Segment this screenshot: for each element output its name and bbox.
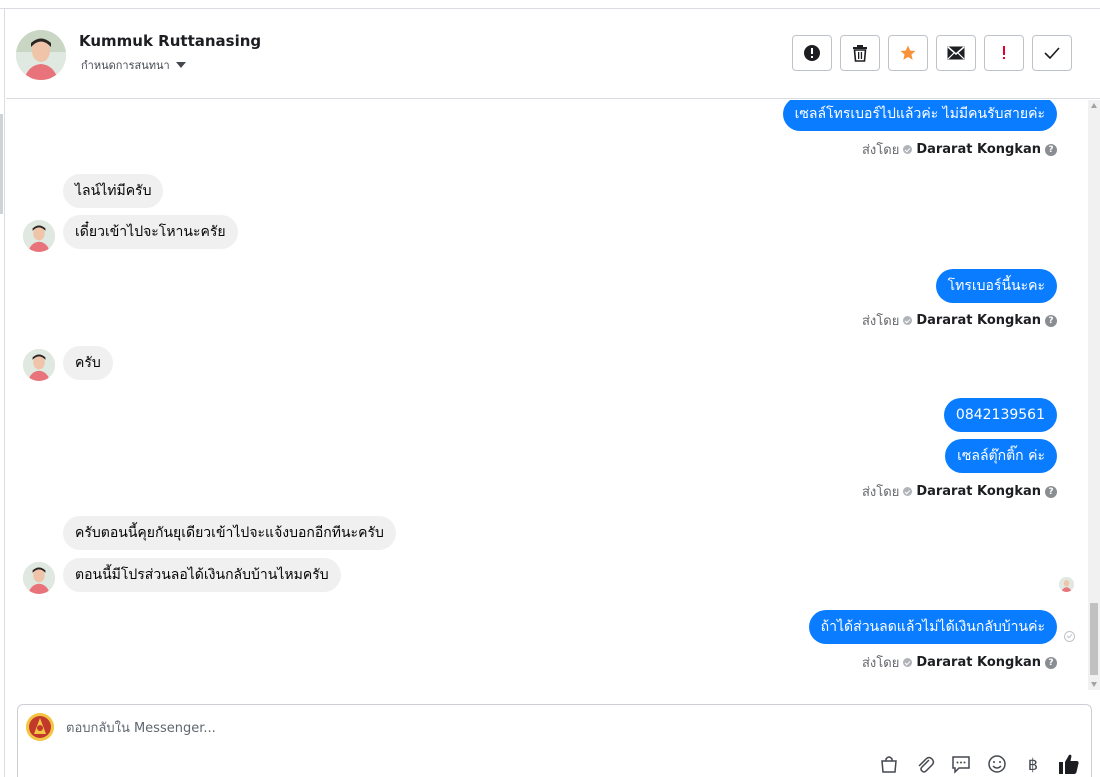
scroll-up-icon[interactable] bbox=[1091, 103, 1097, 108]
check-circle-icon bbox=[903, 316, 913, 325]
mark-unread-button[interactable] bbox=[936, 35, 976, 71]
sent-by-label: ส่งโดย bbox=[861, 143, 900, 158]
delete-button[interactable] bbox=[840, 35, 880, 71]
sent-by-label: ส่งโดย bbox=[861, 656, 900, 671]
conversation-schedule-label: กำหนดการสนทนา bbox=[81, 59, 170, 72]
reply-input[interactable] bbox=[66, 717, 966, 739]
composer-tools: ฿ bbox=[876, 751, 1082, 777]
exclamation-circle-icon bbox=[804, 45, 820, 61]
sent-by-label: ส่งโดย bbox=[861, 485, 900, 500]
contact-avatar-small bbox=[23, 220, 55, 252]
contact-photo bbox=[23, 562, 55, 594]
check-icon bbox=[1044, 47, 1060, 59]
outgoing-message[interactable]: ถ้าได้ส่วนลดแล้วไม่ได้เงินกลับบ้านค่ะ bbox=[808, 610, 1057, 644]
baht-icon[interactable]: ฿ bbox=[1020, 751, 1046, 777]
page-logo bbox=[26, 713, 54, 741]
outgoing-message[interactable]: 0842139561 bbox=[943, 398, 1057, 432]
message-thread[interactable]: เซลล์โทรเบอร์ไปแล้วค่ะ ไม่มีคนรับสายค่ะ … bbox=[6, 100, 1088, 690]
sent-by-line: ส่งโดย Dararat Kongkan ? bbox=[862, 652, 1057, 673]
contact-photo bbox=[23, 220, 55, 252]
outgoing-message[interactable]: โทรเบอร์นี้นะคะ bbox=[935, 269, 1057, 303]
incoming-message[interactable]: ครับ bbox=[63, 346, 113, 380]
contact-name[interactable]: Kummuk Ruttanasing bbox=[79, 32, 261, 50]
sent-by-label: ส่งโดย bbox=[861, 314, 900, 329]
scroll-down-icon[interactable] bbox=[1091, 682, 1097, 687]
caret-down-icon bbox=[175, 62, 186, 68]
incoming-message[interactable]: ครับตอนนี้คุยกันยุเดียวเข้าไปจะแจ้งบอกอี… bbox=[63, 516, 396, 550]
scroll-thumb[interactable] bbox=[1090, 603, 1098, 675]
shopping-bag-icon[interactable] bbox=[876, 751, 902, 777]
important-button[interactable] bbox=[984, 35, 1024, 71]
contact-avatar-small bbox=[23, 562, 55, 594]
outgoing-message[interactable]: เซลล์โทรเบอร์ไปแล้วค่ะ ไม่มีคนรับสายค่ะ bbox=[782, 100, 1057, 131]
sender-name: Dararat Kongkan bbox=[916, 655, 1041, 670]
sent-by-line: ส่งโดย Dararat Kongkan ? bbox=[862, 481, 1057, 502]
question-icon[interactable]: ? bbox=[1045, 143, 1057, 156]
contact-photo bbox=[23, 349, 55, 381]
done-button[interactable] bbox=[1032, 35, 1072, 71]
page-avatar bbox=[26, 713, 54, 741]
check-circle-icon bbox=[903, 487, 913, 496]
chat-bubble-icon[interactable] bbox=[948, 751, 974, 777]
left-scrollbar[interactable] bbox=[0, 9, 5, 777]
question-icon[interactable]: ? bbox=[1045, 314, 1057, 327]
messenger-inbox: Kummuk Ruttanasing กำหนดการสนทนา เซลล์โท… bbox=[0, 0, 1100, 777]
conversation-header: Kummuk Ruttanasing กำหนดการสนทนา bbox=[6, 10, 1100, 99]
contact-avatar[interactable] bbox=[16, 30, 66, 80]
star-icon bbox=[900, 45, 916, 60]
thread-scrollbar[interactable] bbox=[1088, 100, 1100, 690]
sent-by-line: ส่งโดย Dararat Kongkan ? bbox=[862, 310, 1057, 331]
contact-avatar-small bbox=[23, 349, 55, 381]
sender-name: Dararat Kongkan bbox=[916, 313, 1041, 328]
paperclip-icon[interactable] bbox=[912, 751, 938, 777]
sender-name: Dararat Kongkan bbox=[916, 484, 1041, 499]
sender-name: Dararat Kongkan bbox=[916, 142, 1041, 157]
trash-icon bbox=[853, 45, 867, 62]
seen-photo bbox=[1059, 577, 1074, 592]
outgoing-message[interactable]: เซลล์ตุ๊กติ๊ก ค่ะ bbox=[945, 439, 1057, 473]
incoming-message[interactable]: ไลน์ไท่มีครับ bbox=[63, 174, 164, 208]
delivered-check-icon bbox=[1064, 631, 1075, 642]
question-icon[interactable]: ? bbox=[1045, 485, 1057, 498]
star-button[interactable] bbox=[888, 35, 928, 71]
check-circle-icon bbox=[903, 658, 913, 667]
incoming-message[interactable]: ตอนนี้มีโปรส่วนลอได้เงินกลับบ้านไหมครับ bbox=[63, 558, 341, 592]
left-scroll-thumb[interactable] bbox=[0, 114, 3, 214]
top-divider bbox=[0, 0, 1100, 9]
question-icon[interactable]: ? bbox=[1045, 656, 1057, 669]
thumbs-up-icon[interactable] bbox=[1056, 751, 1082, 777]
seen-avatar-icon bbox=[1059, 577, 1074, 592]
incoming-message[interactable]: เดี๋ยวเข้าไปจะโหานะครัย bbox=[63, 215, 238, 249]
exclamation-icon bbox=[1003, 46, 1005, 59]
contact-photo bbox=[16, 30, 66, 80]
reply-composer: ฿ bbox=[17, 704, 1092, 777]
sent-by-line: ส่งโดย Dararat Kongkan ? bbox=[862, 139, 1057, 160]
conversation-toolbar bbox=[792, 35, 1072, 71]
envelope-icon bbox=[947, 46, 965, 60]
report-spam-button[interactable] bbox=[792, 35, 832, 71]
smiley-icon[interactable] bbox=[984, 751, 1010, 777]
conversation-schedule-dropdown[interactable]: กำหนดการสนทนา bbox=[81, 56, 186, 74]
check-circle-icon bbox=[903, 145, 913, 154]
